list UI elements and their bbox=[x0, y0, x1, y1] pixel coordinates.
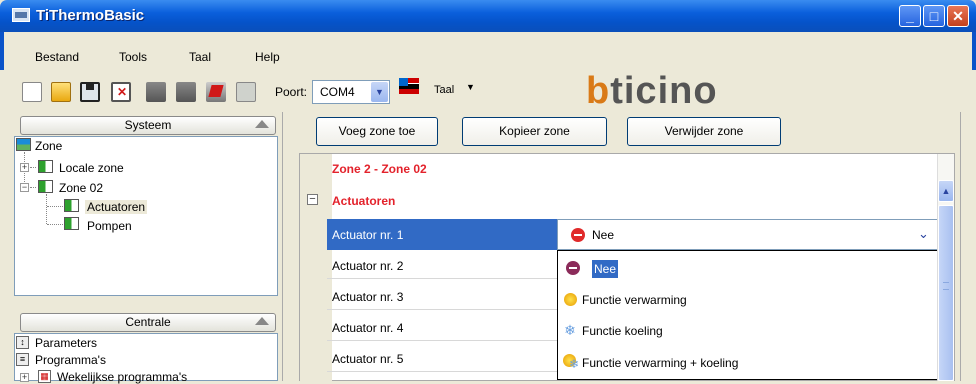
tree-line bbox=[30, 187, 36, 188]
minimize-button[interactable]: _ bbox=[899, 5, 921, 27]
chevron-down-icon[interactable]: ⌄ bbox=[918, 226, 929, 242]
systeem-header-label: Systeem bbox=[124, 118, 172, 132]
open-folder-icon[interactable] bbox=[51, 82, 71, 102]
document-icon[interactable] bbox=[236, 82, 256, 102]
tree-item-pompen[interactable]: Pompen bbox=[87, 219, 132, 233]
collapse-up-icon[interactable] bbox=[255, 120, 269, 128]
caret-down-icon[interactable]: ▼ bbox=[466, 82, 475, 92]
section-title: Actuatoren bbox=[332, 194, 396, 208]
tree-item-wekelijkse-programmas[interactable]: Wekelijkse programma's bbox=[57, 370, 187, 384]
window-title: TiThermoBasic bbox=[36, 7, 145, 24]
sun-snowflake-icon: ❄ bbox=[563, 354, 580, 371]
tree-line bbox=[47, 224, 63, 225]
maximize-button[interactable]: □ bbox=[923, 5, 945, 27]
option-functie-koeling[interactable]: Functie koeling bbox=[582, 324, 663, 338]
taal-label[interactable]: Taal bbox=[434, 84, 454, 96]
tree-item-programmas[interactable]: Programma's bbox=[35, 353, 106, 367]
collapse-up-icon[interactable] bbox=[255, 317, 269, 325]
flag-icon[interactable] bbox=[399, 78, 419, 94]
row-label[interactable]: Actuator nr. 2 bbox=[332, 259, 403, 273]
tree-item-actuatoren[interactable]: Actuatoren bbox=[85, 200, 148, 214]
delete-file-icon[interactable] bbox=[111, 82, 131, 102]
app-icon bbox=[12, 8, 30, 22]
menu-tools[interactable]: Tools bbox=[119, 50, 147, 64]
remove-zone-button[interactable]: Verwijder zone bbox=[627, 117, 781, 146]
scroll-up-button[interactable]: ▲ bbox=[938, 180, 954, 202]
menu-bestand[interactable]: Bestand bbox=[35, 50, 79, 64]
brand-logo: bticino bbox=[586, 70, 718, 112]
selected-value: Nee bbox=[592, 228, 615, 242]
chevron-down-icon[interactable]: ▼ bbox=[371, 82, 388, 102]
expand-icon[interactable]: + bbox=[20, 163, 29, 172]
menu-taal[interactable]: Taal bbox=[189, 50, 211, 64]
zone-icon bbox=[38, 180, 53, 193]
port-label: Poort: bbox=[275, 85, 308, 99]
option-nee[interactable]: Nee bbox=[592, 260, 619, 278]
centrale-header-label: Centrale bbox=[125, 315, 171, 329]
scroll-grip-icon bbox=[943, 282, 949, 290]
option-functie-verwarming[interactable]: Functie verwarming bbox=[582, 293, 687, 307]
sun-icon bbox=[564, 293, 577, 306]
no-entry-icon bbox=[571, 228, 585, 242]
copy-zone-button[interactable]: Kopieer zone bbox=[462, 117, 607, 146]
tree-line bbox=[47, 206, 63, 207]
snowflake-icon: ❄ bbox=[568, 357, 580, 371]
row-label[interactable]: Actuator nr. 5 bbox=[332, 352, 403, 366]
tree-item-zone-02[interactable]: Zone 02 bbox=[59, 181, 103, 195]
parameters-icon: ↕ bbox=[16, 336, 29, 349]
snowflake-icon: ❄ bbox=[564, 322, 576, 338]
upload-icon[interactable] bbox=[146, 82, 166, 102]
tree-item-zone[interactable]: Zone bbox=[35, 139, 62, 153]
title-bar[interactable] bbox=[0, 0, 976, 32]
port-value: COM4 bbox=[320, 85, 355, 99]
download-icon[interactable] bbox=[176, 82, 196, 102]
window-edge bbox=[960, 112, 976, 381]
no-entry-icon bbox=[566, 261, 580, 275]
zone-root-icon bbox=[16, 138, 31, 151]
systeem-pane-header[interactable]: Systeem bbox=[20, 116, 276, 135]
programs-icon: ≡ bbox=[16, 353, 29, 366]
calendar-icon: ▦ bbox=[38, 370, 51, 383]
collapse-icon[interactable]: − bbox=[307, 194, 318, 205]
pump-icon bbox=[64, 217, 79, 230]
add-zone-button[interactable]: Voeg zone toe bbox=[316, 117, 438, 146]
row-label[interactable]: Actuator nr. 1 bbox=[332, 228, 403, 242]
systeem-tree[interactable] bbox=[14, 136, 278, 296]
scroll-thumb[interactable] bbox=[938, 205, 954, 381]
collapse-icon[interactable]: − bbox=[20, 183, 29, 192]
tree-item-locale-zone[interactable]: Locale zone bbox=[59, 161, 124, 175]
tree-item-parameters[interactable]: Parameters bbox=[35, 336, 97, 350]
tree-line bbox=[46, 194, 47, 224]
actuator-icon bbox=[64, 199, 79, 212]
zone-title: Zone 2 - Zone 02 bbox=[332, 162, 427, 176]
close-button[interactable]: ✕ bbox=[947, 5, 969, 27]
row-label[interactable]: Actuator nr. 3 bbox=[332, 290, 403, 304]
menu-help[interactable]: Help bbox=[255, 50, 280, 64]
option-functie-verwarming-koeling[interactable]: Functie verwarming + koeling bbox=[582, 356, 738, 370]
save-icon[interactable] bbox=[80, 82, 100, 102]
zone-icon bbox=[38, 160, 53, 173]
centrale-pane-header[interactable]: Centrale bbox=[20, 313, 276, 332]
transfer-icon[interactable] bbox=[206, 82, 226, 102]
new-file-icon[interactable] bbox=[22, 82, 42, 102]
tree-line bbox=[30, 167, 36, 168]
row-label[interactable]: Actuator nr. 4 bbox=[332, 321, 403, 335]
actuator-value-select[interactable] bbox=[557, 219, 942, 250]
